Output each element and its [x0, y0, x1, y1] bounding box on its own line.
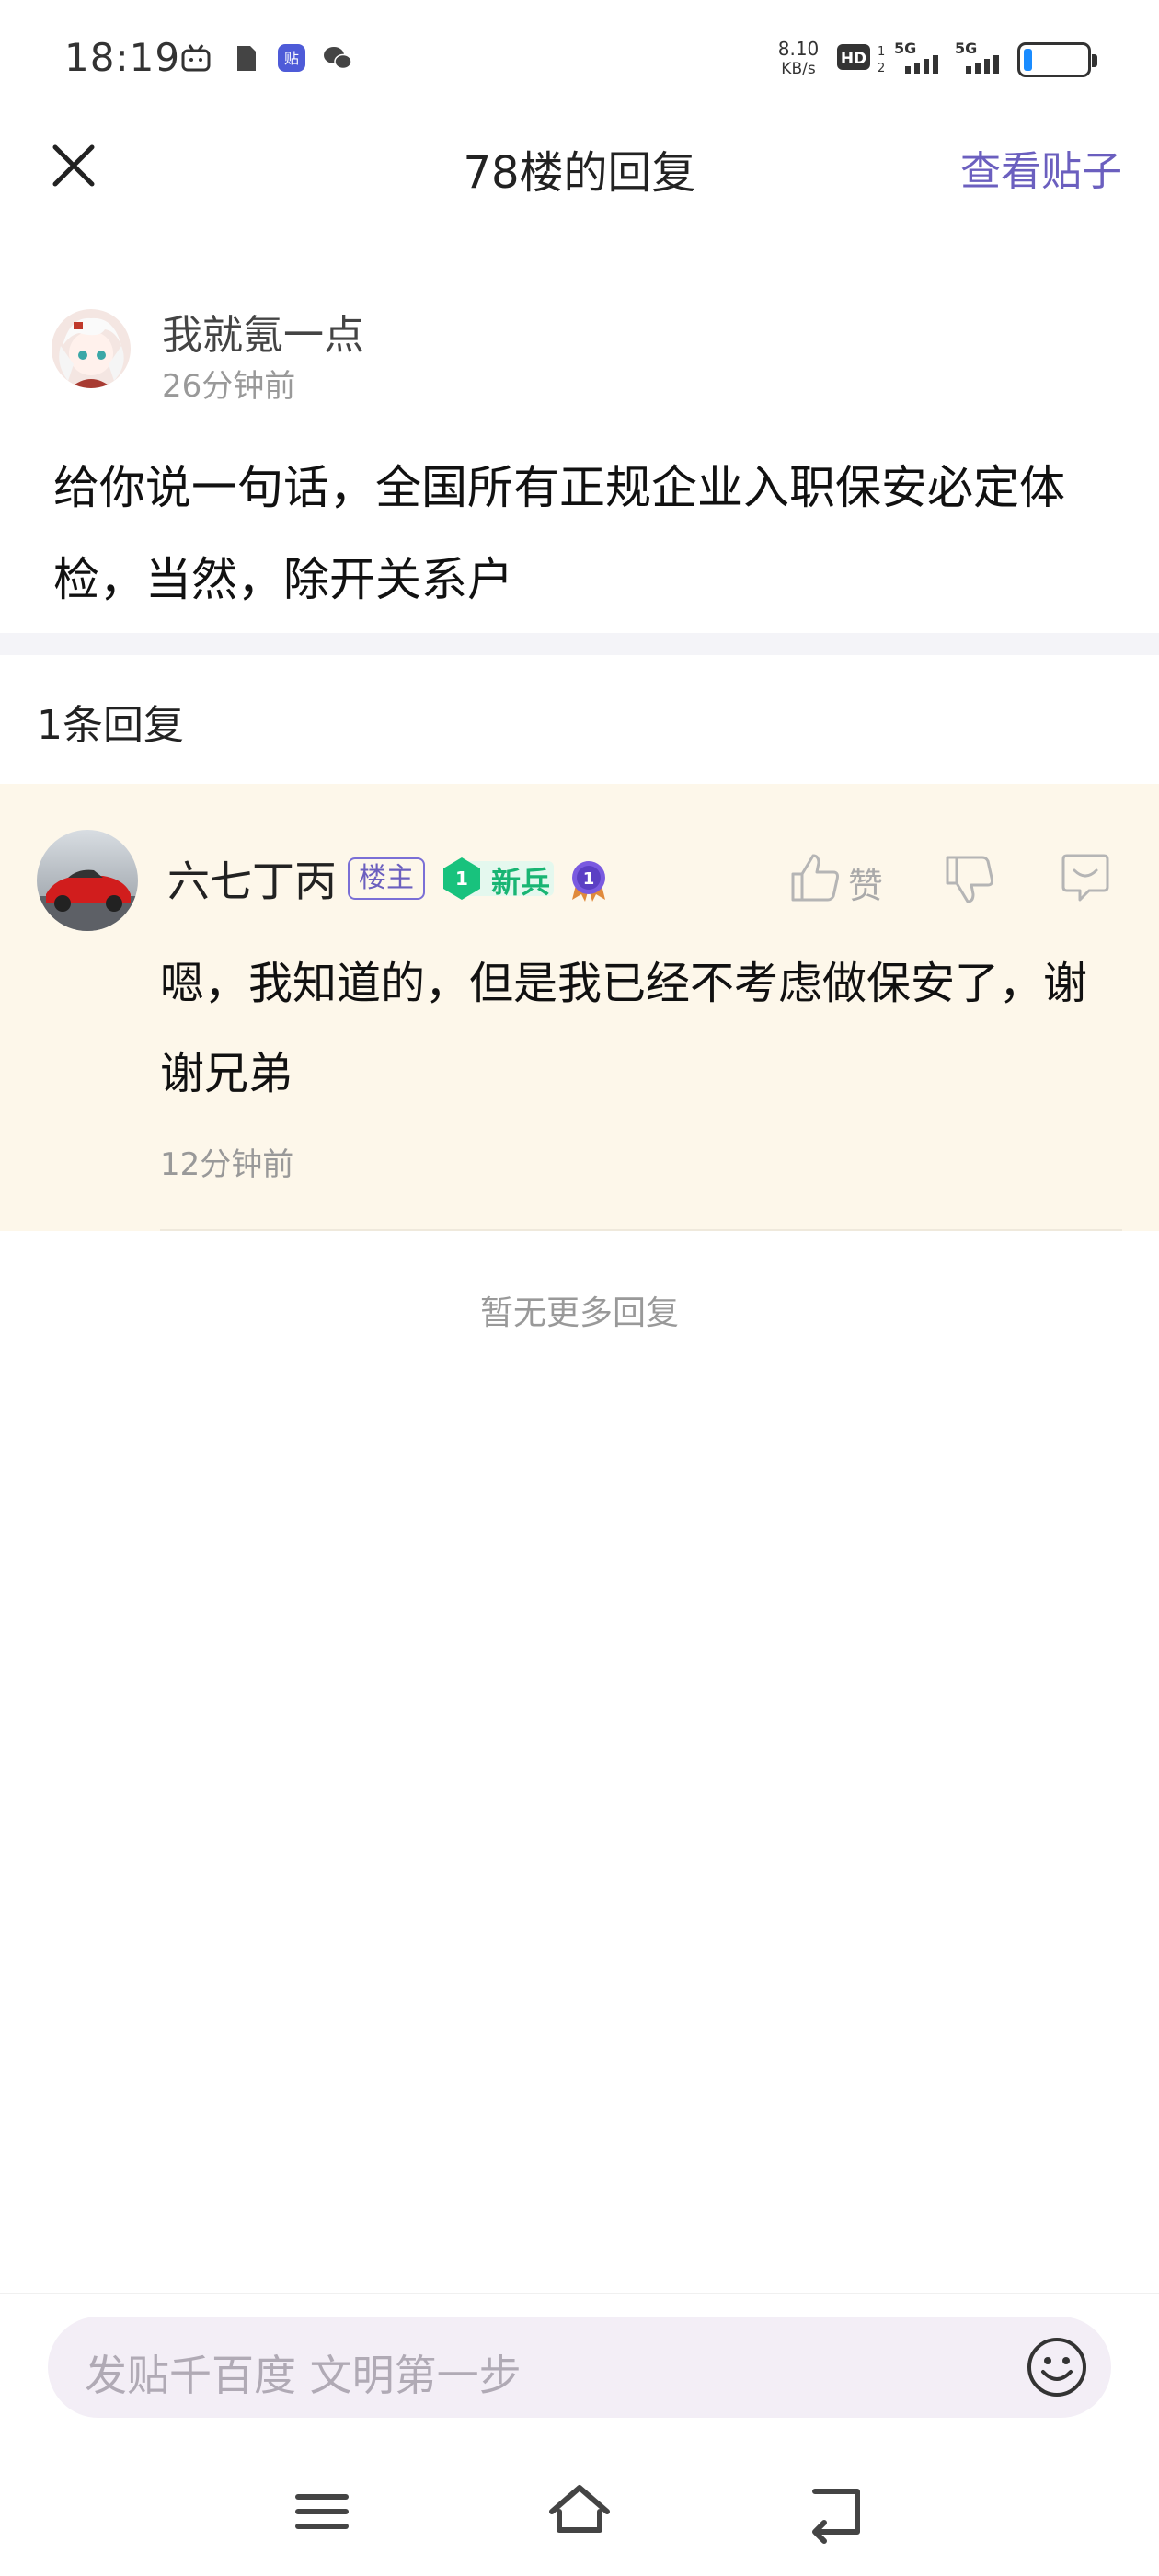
system-nav-bar	[0, 2447, 1159, 2576]
menu-icon[interactable]	[285, 2475, 359, 2548]
divider	[0, 2293, 1159, 2294]
section-divider	[0, 633, 1159, 655]
reply-item: 六七丁丙 楼主 1 新兵 1 赞 嗯，我知道的，但是我已经不考虑做保安了，谢谢兄…	[0, 784, 1159, 1231]
level-title: 新兵	[491, 865, 551, 900]
thumb-up-icon[interactable]	[787, 850, 843, 905]
reply-time: 12分钟前	[160, 1146, 294, 1183]
svg-text:贴: 贴	[284, 50, 299, 67]
svg-text:1: 1	[878, 45, 885, 59]
smiley-icon[interactable]	[1025, 2335, 1089, 2399]
network-speed: 8.10 KB/s	[771, 39, 826, 79]
page-header: 78楼的回复 查看贴子	[0, 120, 1159, 212]
svg-text:5G: 5G	[894, 40, 916, 57]
level-badge: 1 新兵	[440, 856, 557, 902]
medal-icon[interactable]: 1	[567, 857, 611, 903]
medal-number: 1	[583, 869, 595, 889]
battery-icon	[1017, 42, 1097, 77]
reply-username[interactable]: 六七丁丙	[167, 848, 337, 909]
reply-text: 嗯，我知道的，但是我已经不考虑做保安了，谢谢兄弟	[160, 958, 1088, 1099]
status-time: 18:19	[64, 35, 181, 80]
reply-count: 1条回复	[37, 702, 184, 749]
post-body: 给你说一句话，全国所有正规企业入职保安必定体检，当然，除开关系户	[53, 461, 1065, 606]
status-bar: 18:19 贴 8.10 KB/s HD 1 2 5G 5G	[0, 0, 1159, 120]
post-time: 26分钟前	[162, 368, 296, 405]
network-speed-unit: KB/s	[781, 60, 816, 78]
signal-sim1-icon: 5G	[894, 40, 938, 74]
avatar[interactable]	[52, 309, 131, 388]
back-icon[interactable]	[800, 2475, 874, 2548]
no-more-replies: 暂无更多回复	[479, 1294, 679, 1332]
thumb-down-icon[interactable]	[942, 850, 997, 905]
owner-badge: 楼主	[348, 857, 425, 900]
hd-icon: HD 1 2	[837, 44, 885, 75]
sim-card-icon	[237, 46, 256, 71]
avatar[interactable]	[37, 830, 138, 931]
view-post-link[interactable]: 查看贴子	[960, 138, 1122, 197]
comment-icon[interactable]	[1056, 850, 1115, 905]
wechat-icon	[324, 47, 352, 70]
svg-text:5G: 5G	[955, 40, 977, 57]
reply-input-placeholder: 发贴千百度 文明第一步	[85, 2351, 522, 2400]
like-label[interactable]: 赞	[848, 857, 883, 908]
post-username[interactable]: 我就氪一点	[162, 302, 364, 361]
network-speed-value: 8.10	[777, 38, 820, 60]
reply-input[interactable]: 发贴千百度 文明第一步	[48, 2317, 1111, 2418]
signal-sim2-icon: 5G	[955, 40, 999, 74]
level-number: 1	[455, 868, 468, 890]
tieba-app-icon: 贴	[278, 44, 305, 72]
divider	[160, 1229, 1122, 1231]
svg-text:2: 2	[878, 62, 885, 75]
bilibili-icon	[181, 44, 211, 72]
home-icon[interactable]	[543, 2475, 616, 2548]
svg-text:HD: HD	[841, 50, 866, 68]
